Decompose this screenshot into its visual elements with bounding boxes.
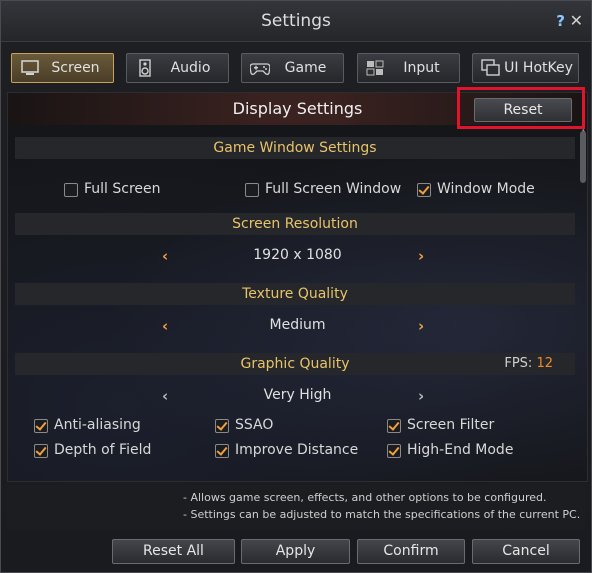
resolution-value: 1920 x 1080	[253, 247, 342, 263]
window-title: Settings	[261, 11, 331, 31]
resolution-section-title: Screen Resolution	[232, 216, 358, 232]
fps-value: 12	[536, 356, 553, 371]
checkbox-label: Screen Filter	[407, 417, 495, 433]
checkbox-label: Depth of Field	[54, 442, 152, 458]
windows-icon	[481, 59, 500, 76]
checkbox-label: Window Mode	[437, 181, 535, 197]
info-note: - Settings can be adjusted to match the …	[183, 508, 581, 521]
game-window-section-header: Game Window Settings	[15, 137, 575, 159]
graphic-options-row-2: Depth of Field Improve Distance High-End…	[8, 442, 587, 464]
checkbox-label: Full Screen	[84, 181, 161, 197]
texture-value: Medium	[269, 317, 326, 333]
tab-screen-label: Screen	[51, 60, 100, 76]
texture-section-header: Texture Quality	[15, 283, 575, 305]
keyboard-icon	[366, 60, 384, 76]
graphic-row: ‹ Very High ›	[8, 386, 587, 408]
confirm-button[interactable]: Confirm	[357, 539, 465, 564]
graphic-section-title: Graphic Quality	[240, 356, 350, 372]
checkbox-box	[417, 183, 431, 197]
checkbox-label: SSAO	[235, 417, 274, 433]
settings-panel[interactable]: Display Settings Reset Game Window Setti…	[7, 92, 588, 482]
fps-readout: FPS: 12	[504, 356, 553, 371]
tab-game[interactable]: Game	[241, 53, 344, 83]
checkbox-box	[215, 419, 229, 433]
checkbox-box	[34, 444, 48, 458]
resolution-section-header: Screen Resolution	[15, 213, 575, 235]
title-bar[interactable]: Settings ? ✕	[1, 1, 591, 42]
checkbox-box	[64, 183, 78, 197]
tab-input-label: Input	[403, 60, 440, 76]
checkbox-label: High-End Mode	[407, 442, 514, 458]
graphic-section-header: Graphic Quality FPS: 12	[15, 353, 575, 375]
checkbox-box	[245, 183, 259, 197]
checkbox-label: Improve Distance	[235, 442, 359, 458]
speaker-icon	[139, 59, 151, 77]
monitor-icon	[21, 60, 39, 75]
graphic-next-icon[interactable]: ›	[418, 387, 432, 405]
scrollbar-thumb[interactable]	[580, 131, 586, 183]
checkbox-box	[387, 444, 401, 458]
tab-audio[interactable]: Audio	[126, 53, 229, 83]
tab-input[interactable]: Input	[357, 53, 460, 83]
checkbox-label: Full Screen Window	[265, 181, 402, 197]
checkbox-box	[387, 419, 401, 433]
info-note: - Allows game screen, effects, and other…	[183, 491, 547, 504]
texture-row: ‹ Medium ›	[8, 316, 587, 338]
resolution-row: ‹ 1920 x 1080 ›	[8, 246, 587, 268]
tab-game-label: Game	[284, 60, 327, 76]
checkbox-label: Anti-aliasing	[54, 417, 141, 433]
reset-all-button[interactable]: Reset All	[112, 539, 235, 564]
apply-button[interactable]: Apply	[241, 539, 350, 564]
cancel-button[interactable]: Cancel	[472, 539, 580, 564]
graphic-value: Very High	[263, 387, 332, 403]
tab-screen[interactable]: Screen	[11, 53, 114, 83]
game-window-section-title: Game Window Settings	[213, 140, 377, 156]
fps-label: FPS:	[504, 356, 533, 371]
gamepad-icon	[250, 63, 270, 75]
tab-ui-hotkey-label: UI HotKey	[504, 60, 573, 76]
help-icon[interactable]: ?	[556, 12, 565, 30]
game-window-options-row: Full Screen Full Screen Window Window Mo…	[8, 181, 587, 203]
reset-highlight-box	[457, 87, 585, 129]
texture-next-icon[interactable]: ›	[418, 317, 432, 335]
tab-audio-label: Audio	[170, 60, 211, 76]
close-icon[interactable]: ✕	[570, 11, 583, 30]
texture-section-title: Texture Quality	[242, 286, 348, 302]
resolution-next-icon[interactable]: ›	[418, 247, 432, 265]
checkbox-box	[215, 444, 229, 458]
tab-ui-hotkey[interactable]: UI HotKey	[472, 53, 579, 83]
settings-window: Settings ? ✕ Screen Audio Game Input UI …	[0, 0, 592, 573]
info-notes: - Allows game screen, effects, and other…	[7, 485, 586, 529]
checkbox-box	[34, 419, 48, 433]
graphic-options-row-1: Anti-aliasing SSAO Screen Filter	[8, 417, 587, 439]
